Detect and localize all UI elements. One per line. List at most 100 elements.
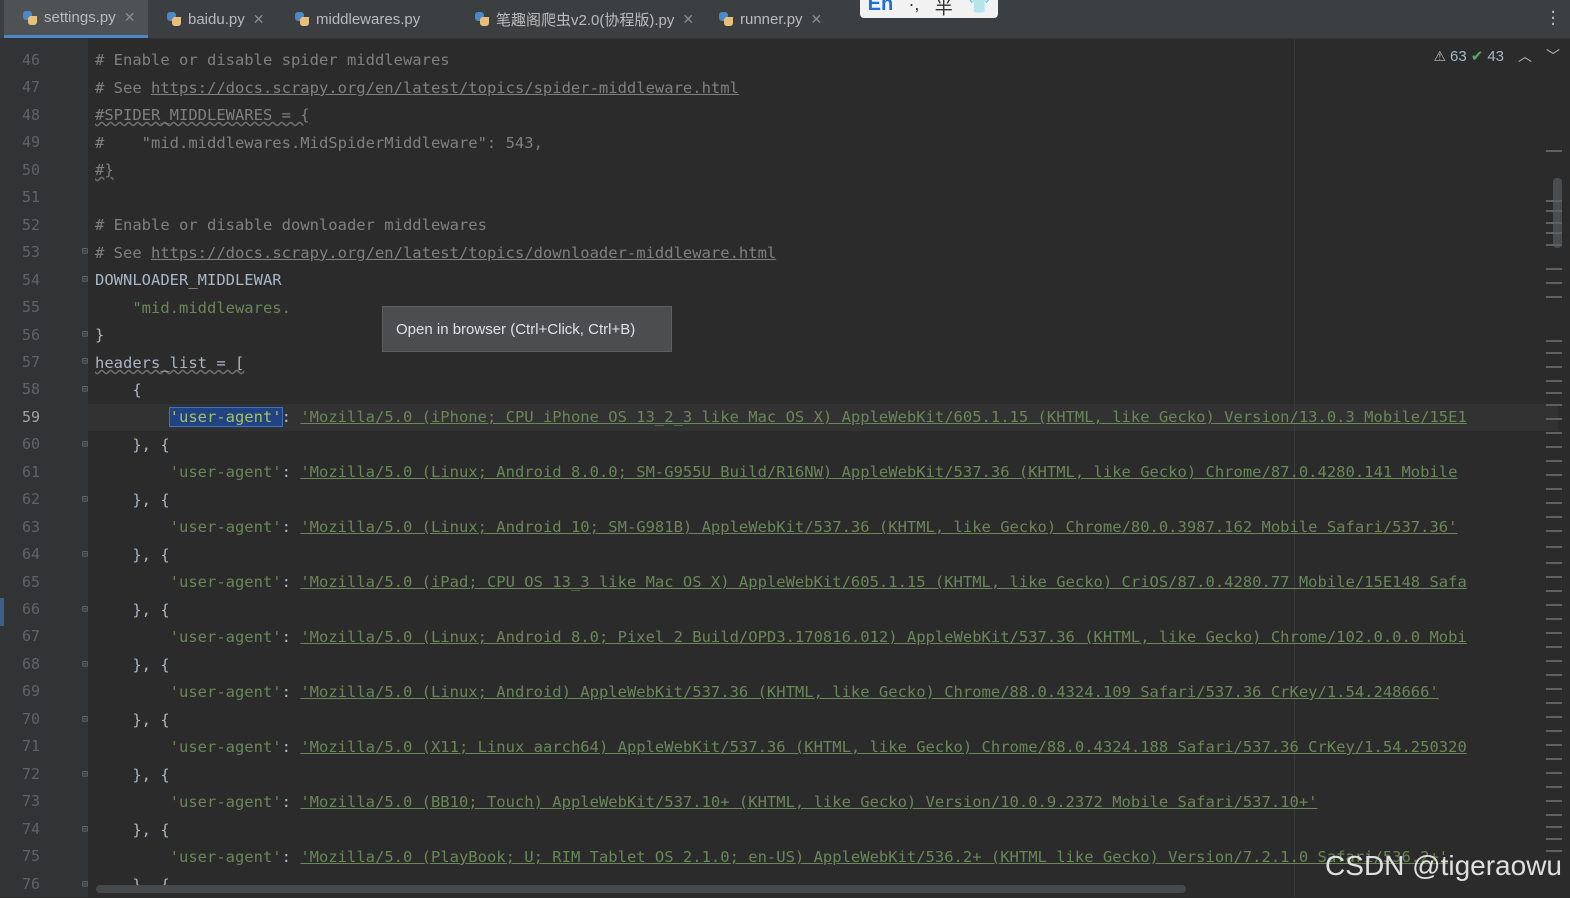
- line-number[interactable]: 52: [0, 212, 40, 240]
- close-icon[interactable]: ✕: [811, 11, 823, 28]
- error-stripe-marker[interactable]: [1546, 352, 1562, 354]
- error-stripe-marker[interactable]: [1546, 530, 1562, 532]
- error-stripe-marker[interactable]: [1546, 502, 1562, 504]
- line-number[interactable]: 57: [0, 349, 40, 377]
- error-stripe-marker[interactable]: [1546, 268, 1562, 270]
- error-stripe-marker[interactable]: [1546, 758, 1562, 760]
- line-number[interactable]: 73: [0, 788, 40, 816]
- inspection-widget[interactable]: ⚠ 63 ✔ 43 ︿ ﹀: [1433, 46, 1560, 66]
- code-line[interactable]: 'user-agent': 'Mozilla/5.0 (Linux; Andro…: [95, 514, 1457, 542]
- code-line[interactable]: }, {: [95, 652, 170, 680]
- error-stripe-marker[interactable]: [1546, 604, 1562, 606]
- line-number[interactable]: 46: [0, 47, 40, 75]
- doc-link[interactable]: https://docs.scrapy.org/en/latest/topics…: [151, 79, 739, 97]
- vertical-scrollbar[interactable]: [1553, 178, 1562, 248]
- code-line[interactable]: # Enable or disable spider middlewares: [95, 47, 450, 75]
- error-stripe-marker[interactable]: [1546, 744, 1562, 746]
- error-stripe-marker[interactable]: [1546, 432, 1562, 434]
- tab-menu-icon[interactable]: ···: [1550, 10, 1556, 28]
- error-stripe-marker[interactable]: [1546, 488, 1562, 490]
- line-number[interactable]: 75: [0, 843, 40, 871]
- code-line[interactable]: }, {: [95, 762, 170, 790]
- line-number[interactable]: 56: [0, 322, 40, 350]
- error-stripe-marker[interactable]: [1546, 632, 1562, 634]
- error-stripe-marker[interactable]: [1546, 516, 1562, 518]
- error-stripe-marker[interactable]: [1546, 392, 1562, 394]
- line-number[interactable]: 58: [0, 376, 40, 404]
- next-highlight-icon[interactable]: ﹀: [1546, 46, 1560, 66]
- line-number[interactable]: 60: [0, 431, 40, 459]
- code-line[interactable]: }: [95, 322, 104, 350]
- code-line[interactable]: {: [95, 377, 142, 405]
- line-number[interactable]: 64: [0, 541, 40, 569]
- line-number[interactable]: 71: [0, 733, 40, 761]
- error-stripe-marker[interactable]: [1546, 546, 1562, 548]
- doc-link[interactable]: https://docs.scrapy.org/en/latest/topics…: [151, 244, 776, 262]
- ime-punctuation[interactable]: ·,: [908, 0, 919, 15]
- error-stripe-marker[interactable]: [1546, 590, 1562, 592]
- code-line[interactable]: 'user-agent': 'Mozilla/5.0 (iPad; CPU OS…: [95, 569, 1467, 597]
- error-stripe-marker[interactable]: [1546, 418, 1562, 420]
- tab-settings[interactable]: settings.py ✕: [4, 0, 148, 38]
- line-number[interactable]: 49: [0, 129, 40, 157]
- line-number[interactable]: 69: [0, 678, 40, 706]
- error-stripe-marker[interactable]: [1546, 296, 1562, 298]
- error-stripe-marker[interactable]: [1546, 814, 1562, 816]
- horizontal-scrollbar[interactable]: [96, 885, 1186, 893]
- code-line[interactable]: 'user-agent': 'Mozilla/5.0 (Linux; Andro…: [95, 624, 1467, 652]
- error-stripe-marker[interactable]: [1546, 150, 1562, 152]
- code-line[interactable]: #SPIDER_MIDDLEWARES = {: [95, 102, 310, 130]
- error-stripe-marker[interactable]: [1546, 340, 1562, 342]
- error-stripe-marker[interactable]: [1546, 786, 1562, 788]
- error-stripe-marker[interactable]: [1546, 646, 1562, 648]
- error-stripe-marker[interactable]: [1546, 688, 1562, 690]
- code-line[interactable]: # "mid.middlewares.MidSpiderMiddleware":…: [95, 130, 543, 158]
- error-stripe-marker[interactable]: [1546, 404, 1562, 406]
- line-number[interactable]: 51: [0, 184, 40, 212]
- ime-skin-icon[interactable]: 👕: [968, 0, 990, 15]
- line-number[interactable]: 68: [0, 651, 40, 679]
- line-number[interactable]: 63: [0, 514, 40, 542]
- line-number[interactable]: 62: [0, 486, 40, 514]
- ime-language[interactable]: En: [868, 0, 894, 16]
- code-editor[interactable]: # Enable or disable spider middlewares #…: [88, 38, 1558, 897]
- close-icon[interactable]: ✕: [124, 9, 136, 26]
- code-line[interactable]: }, {: [95, 542, 170, 570]
- error-stripe-marker[interactable]: [1546, 838, 1562, 840]
- code-line[interactable]: 'user-agent': 'Mozilla/5.0 (PlayBook; U;…: [95, 844, 1448, 872]
- error-stripe-marker[interactable]: [1546, 446, 1562, 448]
- code-line[interactable]: DOWNLOADER_MIDDLEWAR: [95, 267, 282, 295]
- error-stripe-marker[interactable]: [1546, 618, 1562, 620]
- code-line[interactable]: }, {: [95, 432, 170, 460]
- code-line[interactable]: }, {: [95, 817, 170, 845]
- line-number[interactable]: 55: [0, 294, 40, 322]
- close-icon[interactable]: ✕: [253, 11, 265, 28]
- line-number[interactable]: 61: [0, 459, 40, 487]
- line-number[interactable]: 74: [0, 816, 40, 844]
- line-number[interactable]: 72: [0, 761, 40, 789]
- previous-highlight-icon[interactable]: ︿: [1518, 46, 1532, 66]
- error-stripe-marker[interactable]: [1546, 562, 1562, 564]
- error-stripe-marker[interactable]: [1546, 366, 1562, 368]
- error-stripe-marker[interactable]: [1546, 460, 1562, 462]
- code-line[interactable]: # Enable or disable downloader middlewar…: [95, 212, 487, 240]
- error-stripe-marker[interactable]: [1546, 730, 1562, 732]
- error-stripe-marker[interactable]: [1546, 282, 1562, 284]
- close-icon[interactable]: ✕: [682, 11, 694, 28]
- code-line[interactable]: 'user-agent': 'Mozilla/5.0 (Linux; Andro…: [95, 679, 1439, 707]
- line-number[interactable]: 54: [0, 267, 40, 295]
- line-number[interactable]: 59: [0, 404, 40, 432]
- error-stripe-marker[interactable]: [1546, 800, 1562, 802]
- code-line[interactable]: headers_list = [: [95, 350, 244, 378]
- error-stripe-marker[interactable]: [1546, 576, 1562, 578]
- line-number[interactable]: 65: [0, 569, 40, 597]
- tab-middlewares[interactable]: middlewares.py: [276, 0, 430, 38]
- tab-runner[interactable]: runner.py ✕: [700, 0, 832, 38]
- line-number[interactable]: 47: [0, 74, 40, 102]
- tab-biquge-crawler[interactable]: 笔趣阁爬虫v2.0(协程版).py ✕: [456, 0, 704, 38]
- error-stripe-marker[interactable]: [1546, 772, 1562, 774]
- line-number[interactable]: 67: [0, 623, 40, 651]
- line-number[interactable]: 50: [0, 157, 40, 185]
- code-line[interactable]: # See https://docs.scrapy.org/en/latest/…: [95, 240, 776, 268]
- ime-width[interactable]: 半: [935, 0, 953, 18]
